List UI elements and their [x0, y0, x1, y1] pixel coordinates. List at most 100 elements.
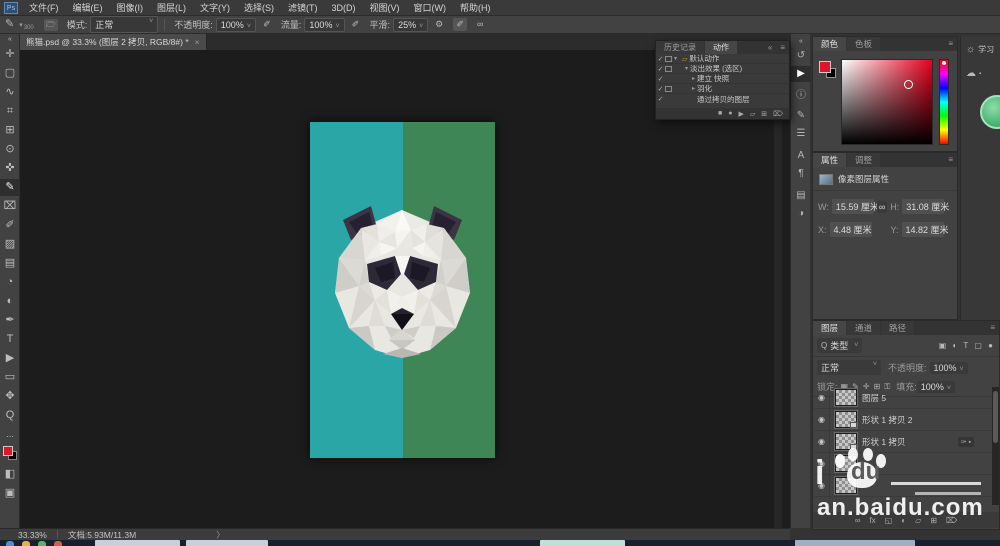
- status-chevron-icon[interactable]: 〉: [216, 529, 225, 541]
- taskbar-window-button[interactable]: [95, 540, 180, 546]
- tab-properties[interactable]: 属性: [813, 153, 846, 167]
- tool-path-select[interactable]: ▶: [0, 350, 20, 367]
- actions-panel-icon[interactable]: ▶: [791, 66, 811, 82]
- libraries-panel-icon[interactable]: ▤: [791, 188, 811, 204]
- visibility-toggle-icon[interactable]: ◉: [814, 475, 830, 497]
- taskbar-app-icon[interactable]: [6, 541, 14, 546]
- layers-panel-menu-icon[interactable]: ≡: [986, 321, 999, 335]
- link-dimensions-icon[interactable]: ∞: [877, 201, 887, 213]
- menu-layer[interactable]: 图层(L): [150, 0, 193, 16]
- menu-file[interactable]: 文件(F): [22, 0, 66, 16]
- history-panel-icon[interactable]: ↺: [791, 48, 811, 64]
- layer-name[interactable]: 形状 1 拷贝 2: [862, 414, 913, 426]
- expand-icon[interactable]: ▸: [665, 75, 695, 82]
- tool-shape[interactable]: ▭: [0, 369, 20, 386]
- tool-hand[interactable]: ✥: [0, 388, 20, 405]
- layer-thumbnail[interactable]: [835, 477, 857, 494]
- tab-paths[interactable]: 路径: [881, 321, 914, 335]
- info-panel-icon[interactable]: ⓘ: [791, 88, 811, 104]
- action-row-make-snapshot[interactable]: ✓ ▸ 建立 快照: [656, 74, 789, 84]
- layer-effects-badge-icon[interactable]: ✑ ▪: [958, 437, 974, 447]
- pressure-opacity-icon[interactable]: ✐: [261, 20, 273, 29]
- record-icon[interactable]: ●: [728, 110, 732, 117]
- brush-panel-toggle-icon[interactable]: 🗁: [44, 19, 58, 31]
- menu-help[interactable]: 帮助(H): [453, 0, 498, 16]
- tool-brush[interactable]: ✎: [0, 179, 20, 196]
- symmetry-icon[interactable]: ∞: [473, 20, 487, 29]
- canvas-vertical-scrollbar[interactable]: [774, 50, 782, 528]
- hue-slider[interactable]: [939, 59, 949, 145]
- modal-toggle-icon[interactable]: [665, 86, 672, 92]
- collapse-tools-icon[interactable]: «: [0, 36, 20, 44]
- menu-view[interactable]: 视图(V): [363, 0, 407, 16]
- action-check-icon[interactable]: ✓: [656, 95, 665, 103]
- properties-panel-menu-icon[interactable]: ≡: [944, 153, 957, 167]
- visibility-toggle-icon[interactable]: ◉: [814, 387, 830, 409]
- x-field[interactable]: 4.48 厘米: [830, 222, 872, 237]
- color-panel-menu-icon[interactable]: ≡: [944, 37, 957, 51]
- tool-marquee[interactable]: ▢: [0, 65, 20, 82]
- tab-swatches[interactable]: 色板: [847, 37, 880, 51]
- width-field[interactable]: 15.59 厘米: [832, 199, 874, 214]
- tab-channels[interactable]: 通道: [847, 321, 880, 335]
- tool-eyedropper[interactable]: ⊙: [0, 141, 20, 158]
- layer-thumbnail[interactable]: [835, 389, 857, 406]
- layer-list-scrollbar[interactable]: [992, 387, 999, 505]
- menu-filter[interactable]: 滤镜(T): [281, 0, 325, 16]
- menu-image[interactable]: 图像(I): [110, 0, 151, 16]
- collapse-dock-icon[interactable]: «: [791, 38, 811, 46]
- expand-icon[interactable]: ▾: [674, 65, 688, 72]
- action-check-icon[interactable]: ✓: [656, 75, 665, 83]
- menu-window[interactable]: 窗口(W): [407, 0, 454, 16]
- taskbar-window-button[interactable]: [795, 540, 915, 546]
- tool-screen-mode[interactable]: ▣: [0, 485, 20, 502]
- tool-dodge[interactable]: ◐: [0, 293, 20, 310]
- menu-edit[interactable]: 编辑(E): [66, 0, 110, 16]
- layer-name[interactable]: 图层 5: [862, 392, 886, 404]
- tool-history-brush[interactable]: ✐: [0, 217, 20, 234]
- taskbar-window-button[interactable]: [186, 540, 268, 546]
- adjustments-panel-icon[interactable]: ◑: [791, 206, 811, 222]
- tool-type[interactable]: T: [0, 331, 20, 348]
- action-row-feather[interactable]: ✓ ▸ 羽化: [656, 84, 789, 94]
- new-action-icon[interactable]: ⊞: [761, 110, 767, 118]
- taskbar-app-icon[interactable]: [22, 541, 30, 546]
- tool-eraser[interactable]: ▨: [0, 236, 20, 253]
- character-panel-icon[interactable]: A: [791, 148, 811, 164]
- tab-color[interactable]: 颜色: [813, 37, 846, 51]
- tool-healing[interactable]: ✜: [0, 160, 20, 177]
- menu-3d[interactable]: 3D(D): [325, 0, 363, 16]
- airbrush-icon[interactable]: ✐: [350, 20, 362, 29]
- blend-mode-select[interactable]: 正常˅: [817, 360, 881, 375]
- smoothing-gear-icon[interactable]: ⚙: [432, 20, 446, 29]
- layer-thumbnail[interactable]: [835, 433, 857, 450]
- action-check-icon[interactable]: ✓: [656, 85, 665, 93]
- y-field[interactable]: 14.82 厘米: [902, 222, 944, 237]
- layer-mask-icon[interactable]: ◱: [885, 516, 893, 525]
- new-group-icon[interactable]: ▱: [915, 516, 921, 525]
- delete-action-icon[interactable]: ⌦: [773, 110, 783, 118]
- action-row-layer-via-copy[interactable]: ✓ 通过拷贝的图层: [656, 94, 789, 104]
- close-tab-icon[interactable]: ×: [195, 37, 200, 47]
- layer-style-icon[interactable]: fx: [869, 516, 875, 525]
- delete-layer-icon[interactable]: ⌦: [946, 516, 957, 525]
- smoothing-select[interactable]: 25%˅: [393, 18, 428, 32]
- brush-preset-icon[interactable]: ✎: [5, 19, 14, 30]
- layers-opacity-select[interactable]: 100%˅: [930, 362, 968, 374]
- learn-panel-button[interactable]: ☼ 学习: [961, 36, 1000, 55]
- flow-select[interactable]: 100%˅: [304, 18, 344, 32]
- opacity-select[interactable]: 100%˅: [216, 18, 256, 32]
- tool-gradient[interactable]: ▤: [0, 255, 20, 272]
- pressure-size-icon[interactable]: ✐: [453, 18, 467, 31]
- new-set-icon[interactable]: ▱: [750, 110, 755, 118]
- tool-quick-mask[interactable]: ◧: [0, 466, 20, 483]
- tool-move[interactable]: ✛: [0, 46, 20, 63]
- layer-thumbnail[interactable]: [835, 455, 857, 472]
- tab-layers[interactable]: 图层: [813, 321, 846, 335]
- link-layers-icon[interactable]: ∞: [855, 516, 861, 525]
- modal-toggle-icon[interactable]: [665, 56, 672, 62]
- adjustment-layer-icon[interactable]: ◐: [901, 516, 906, 525]
- layer-row-5[interactable]: ◉: [814, 475, 999, 497]
- layer-row-1[interactable]: ◉ 图层 5: [814, 387, 999, 409]
- layer-list-scrollbar-thumb[interactable]: [993, 391, 998, 443]
